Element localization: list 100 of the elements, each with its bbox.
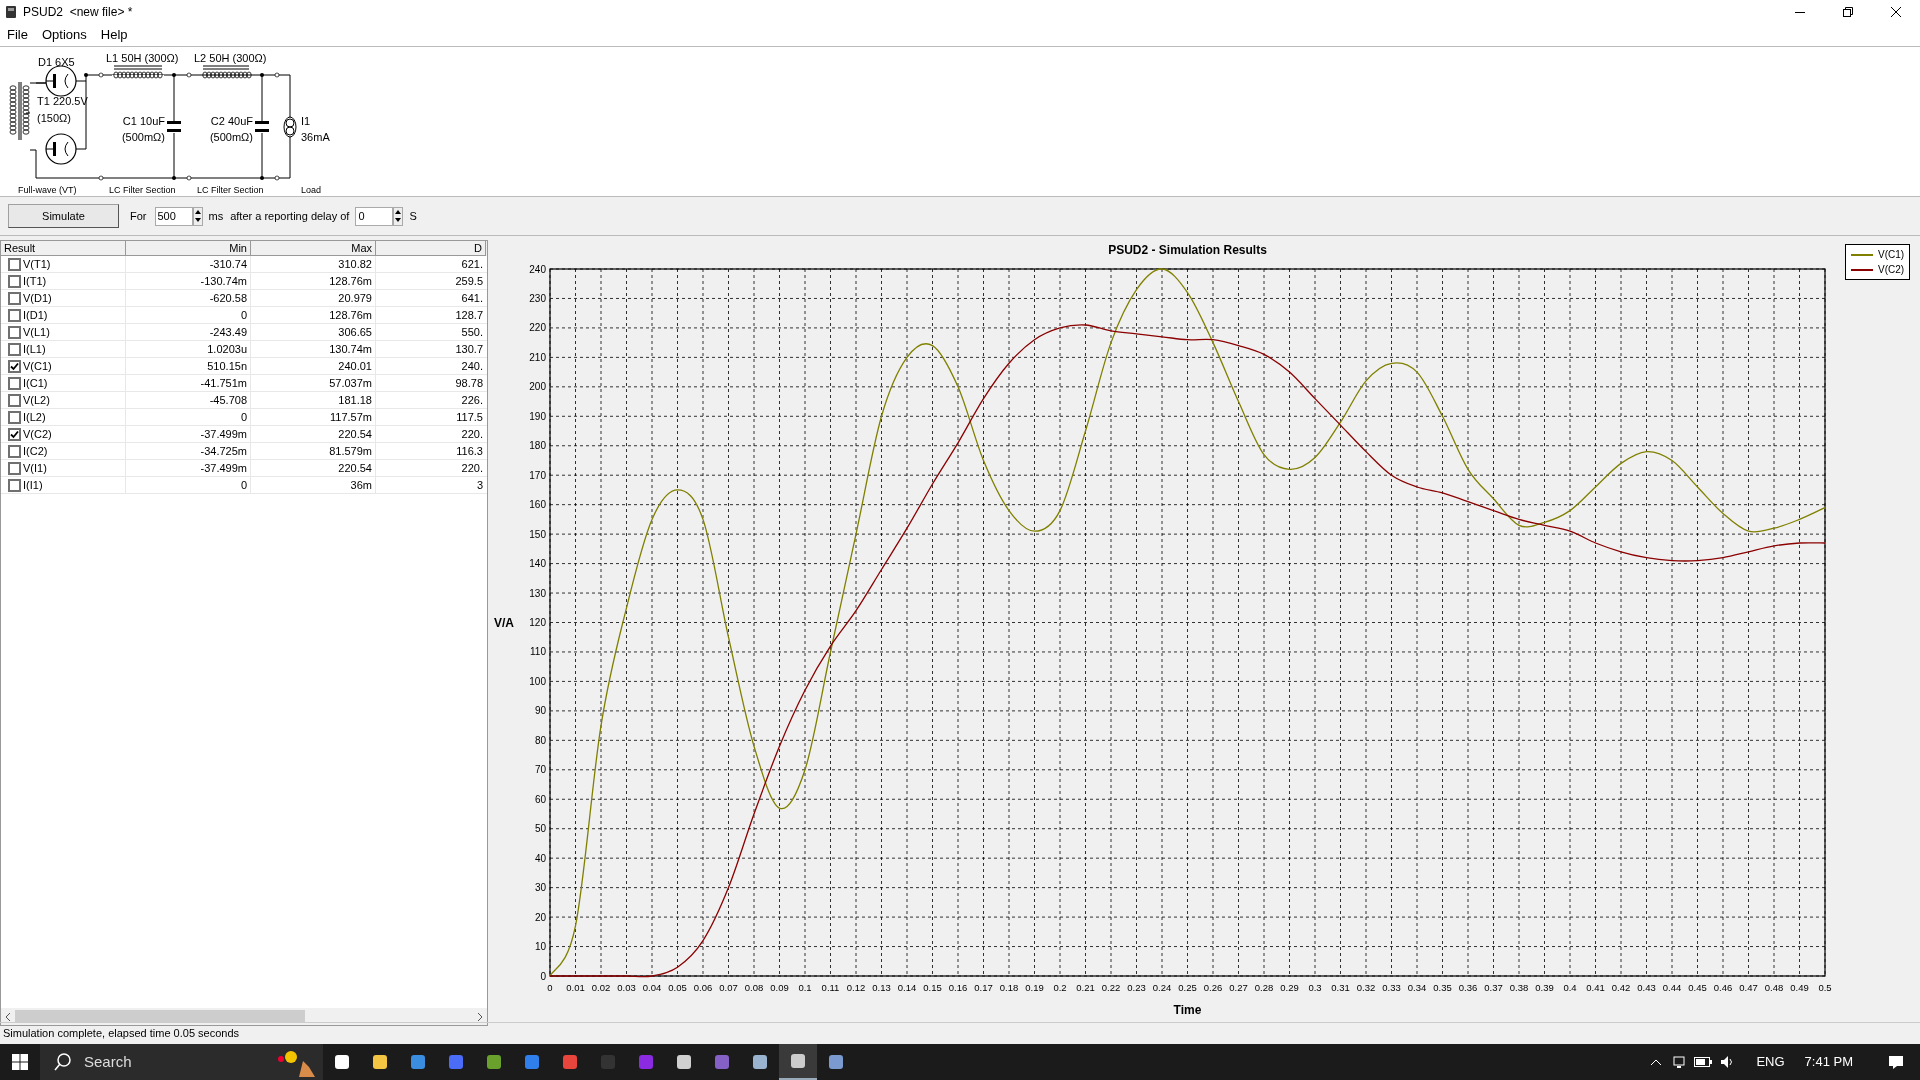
x-tick-label: 0.45 [1688, 982, 1707, 993]
checkbox[interactable] [8, 444, 21, 458]
app-icon[interactable] [779, 1044, 817, 1080]
x-tick-label: 0.05 [668, 982, 687, 993]
checkbox[interactable] [8, 461, 21, 475]
result-name: V(L1) [23, 324, 50, 340]
x-tick-label: 0.12 [846, 982, 866, 993]
x-tick-label: 0.26 [1203, 982, 1223, 993]
y-tick-label: 200 [529, 381, 546, 393]
y-tick-label: 20 [534, 911, 546, 923]
up-arrow-icon [395, 209, 402, 214]
result-name: V(L2) [23, 392, 50, 408]
component-label: L2 50H (300Ω) [194, 52, 267, 64]
chevron-up-icon[interactable] [1650, 1058, 1663, 1066]
x-tick-label: 0.09 [770, 982, 789, 993]
section-label: LC Filter Section [197, 185, 264, 195]
result-name: I(T1) [23, 273, 47, 289]
delay-field[interactable]: 0 [355, 206, 394, 226]
table-cell: 0 [240, 479, 247, 491]
app-icon [5, 5, 17, 19]
y-tick-label: 210 [529, 351, 546, 363]
result-name: V(C1) [23, 358, 52, 374]
checkbox[interactable] [8, 325, 21, 339]
notification-icon[interactable] [1888, 1054, 1904, 1070]
x-tick-label: 0.36 [1458, 982, 1478, 993]
result-name: I(I1) [23, 477, 43, 493]
y-tick-label: 40 [534, 852, 546, 864]
table-cell: -34.725m [200, 445, 247, 457]
windows-logo-icon [12, 1054, 28, 1070]
checkbox[interactable] [8, 478, 21, 492]
table-cell: -130.74m [200, 275, 247, 287]
minimize-icon [1795, 11, 1805, 13]
checkbox[interactable] [8, 410, 21, 424]
checkbox[interactable] [8, 308, 21, 322]
x-axis-label: Time [1173, 1003, 1202, 1017]
clock[interactable]: 7:41 PM [1804, 1052, 1853, 1072]
table-cell: 3 [476, 479, 483, 491]
table-cell: 310.82 [338, 258, 372, 270]
window-title: PSUD2 <new file> * [23, 4, 133, 21]
component-label: I1 [301, 115, 311, 127]
checkbox[interactable] [8, 257, 21, 271]
x-tick-label: 0.06 [693, 982, 713, 993]
table-cell: 36m [350, 479, 372, 491]
search-field[interactable]: Search [40, 1044, 323, 1080]
result-name: I(L1) [23, 341, 46, 357]
table-cell: 98.78 [455, 377, 483, 389]
network-icon[interactable] [1672, 1055, 1687, 1069]
battery-icon[interactable] [1694, 1057, 1713, 1067]
y-tick-label: 50 [534, 823, 546, 835]
y-tick-label: 110 [530, 646, 546, 658]
menu-item[interactable]: Help [93, 24, 135, 46]
result-name: V(D1) [23, 290, 52, 306]
table-cell: -620.58 [209, 292, 247, 304]
duration-field[interactable]: 500 [154, 206, 193, 226]
x-tick-label: 0.3 [1308, 982, 1322, 993]
x-tick-label: 0.2 [1053, 982, 1067, 993]
column-header[interactable]: Result [1, 241, 126, 256]
x-tick-label: 0.04 [642, 982, 662, 993]
x-tick-label: 0.28 [1254, 982, 1274, 993]
scroll-left-icon[interactable] [5, 1012, 11, 1021]
x-tick-label: 0.27 [1229, 982, 1248, 993]
checkbox[interactable] [8, 291, 21, 305]
checkbox[interactable] [8, 342, 21, 356]
y-tick-label: 10 [534, 941, 546, 953]
component-label: (150Ω) [37, 112, 71, 124]
x-tick-label: 0.31 [1331, 982, 1350, 993]
checkbox[interactable] [8, 376, 21, 390]
table-cell: 20.979 [338, 292, 372, 304]
simulate-button[interactable]: Simulate [8, 204, 119, 228]
table-cell: 550. [461, 326, 483, 338]
column-header[interactable]: Min [126, 241, 251, 256]
down-arrow-icon [194, 218, 201, 223]
checkbox[interactable] [8, 427, 21, 441]
checkbox[interactable] [8, 393, 21, 407]
result-name: I(C2) [23, 443, 48, 459]
x-tick-label: 0 [547, 982, 553, 993]
spinner-button[interactable] [192, 206, 203, 226]
x-tick-label: 0.14 [897, 982, 917, 993]
table-cell: 130.74m [329, 343, 372, 355]
close-icon [1891, 7, 1901, 17]
menu-item[interactable]: File [0, 24, 35, 46]
table-cell: 57.037m [329, 377, 372, 389]
component-label: (500mΩ) [121, 131, 165, 143]
column-header[interactable]: Max [251, 241, 376, 256]
spinner-button[interactable] [393, 206, 404, 226]
language-indicator[interactable]: ENG [1756, 1052, 1785, 1072]
checkbox[interactable] [8, 359, 21, 373]
table-cell: -37.499m [200, 462, 247, 474]
menu-item[interactable]: Options [34, 24, 94, 46]
x-tick-label: 0.1 [798, 982, 812, 993]
x-tick-label: 0.21 [1076, 982, 1095, 993]
x-tick-label: 0.24 [1152, 982, 1172, 993]
checkbox[interactable] [8, 274, 21, 288]
down-arrow-icon [395, 218, 402, 223]
scroll-right-icon[interactable] [477, 1012, 483, 1021]
table-cell: -41.751m [200, 377, 247, 389]
y-tick-label: 140 [529, 558, 546, 570]
column-header[interactable]: D [376, 241, 486, 256]
component-label: T1 220.5V [37, 95, 88, 107]
table-cell: 81.579m [329, 445, 372, 457]
